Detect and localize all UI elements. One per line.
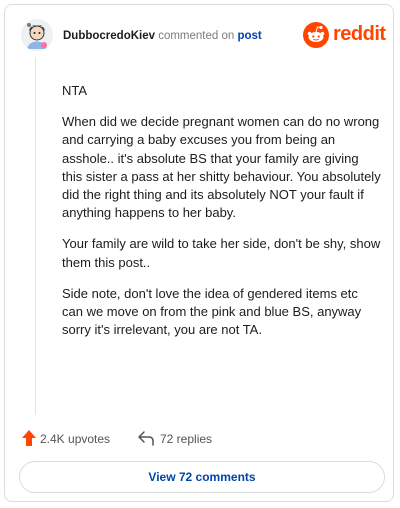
comment-card: DubbocredoKiev commented on post reddit … <box>4 4 394 502</box>
username-link[interactable]: DubbocredoKiev <box>63 30 155 42</box>
comment-paragraph: Side note, don't love the idea of gender… <box>62 285 362 338</box>
reddit-logo-icon <box>303 22 329 48</box>
replies-count: 72 replies <box>160 432 213 446</box>
reply-arrow-icon <box>138 431 154 446</box>
comment-paragraph: NTA <box>62 83 88 98</box>
byline-action-text: commented on <box>155 30 238 42</box>
reddit-logo: reddit <box>303 22 386 48</box>
post-link[interactable]: post <box>237 30 261 42</box>
reddit-wordmark: reddit <box>333 23 386 45</box>
comment-body: NTA When did we decide pregnant women ca… <box>62 82 382 352</box>
avatar[interactable] <box>21 19 53 51</box>
comment-paragraph: When did we decide pregnant women can do… <box>62 114 381 221</box>
comment-header: DubbocredoKiev commented on post reddit <box>19 19 386 55</box>
view-comments-button[interactable]: View 72 comments <box>19 461 385 493</box>
avatar-image-icon <box>21 19 53 51</box>
upvote-arrow-icon <box>22 430 36 446</box>
upvotes-count: 2.4K upvotes <box>40 432 111 446</box>
thread-line <box>35 57 36 415</box>
byline: DubbocredoKiev commented on post <box>63 30 262 42</box>
comment-paragraph: Your family are wild to take her side, d… <box>62 236 381 270</box>
